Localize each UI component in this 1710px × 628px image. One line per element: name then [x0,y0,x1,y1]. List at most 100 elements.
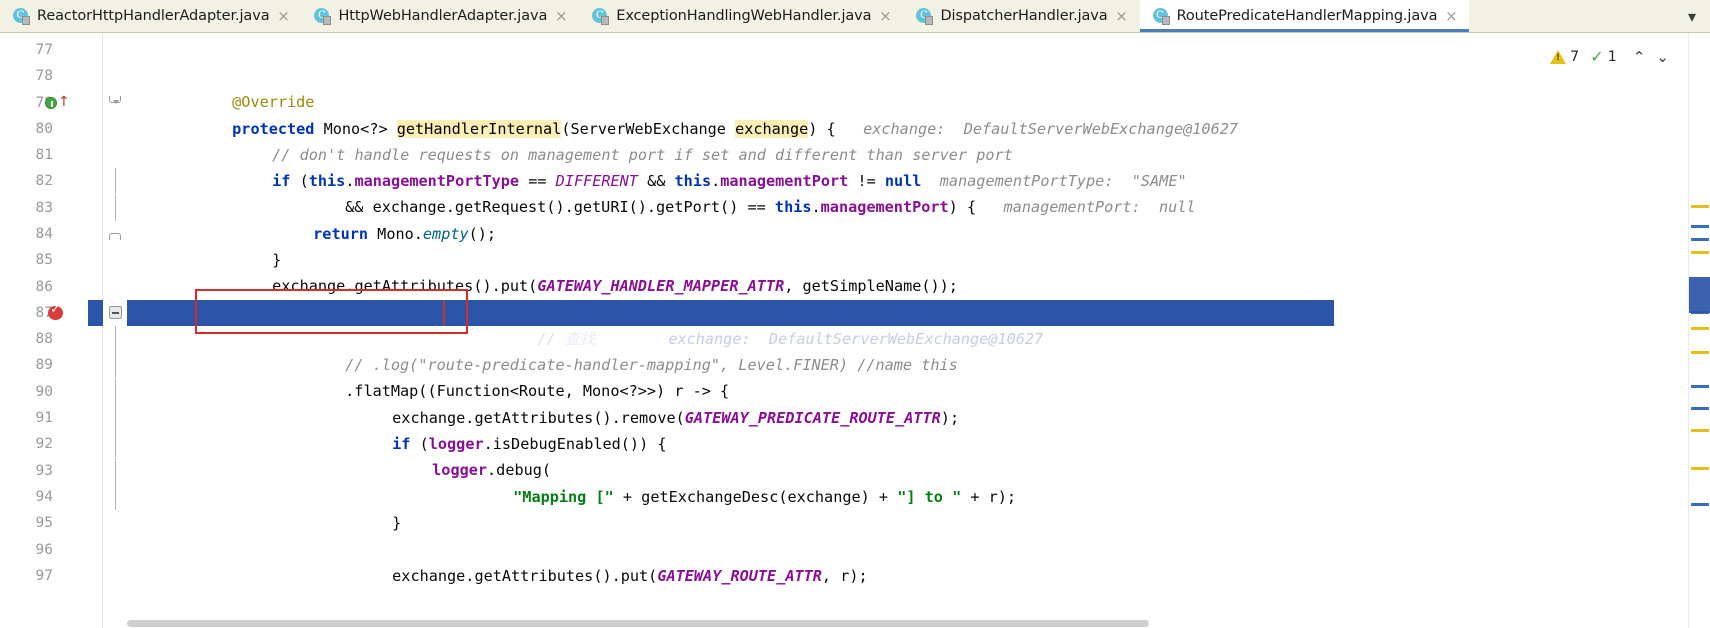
line-number: 90 [35,384,53,400]
line-number: 78 [35,68,53,84]
line-number: 97 [35,568,53,584]
tab-label: ExceptionHandlingWebHandler.java [616,8,872,24]
line-number: 77 [35,42,53,58]
code-line: && exchange.getRequest().getURI().getPor… [127,168,1710,216]
tab-exceptionhandlingwebhandler[interactable]: C ExceptionHandlingWebHandler.java × [579,0,904,32]
fold-region-start-icon[interactable] [109,96,121,104]
run-method-gutter-icon[interactable]: ↑ [45,95,70,110]
code-line: // .log("route-predicate-handler-mapping… [127,326,1710,374]
chevron-down-icon[interactable]: ⌄ [1653,48,1672,66]
tab-httpwebhandleradapter[interactable]: C HttpWebHandlerAdapter.java × [301,0,580,32]
java-class-icon: C [314,7,332,25]
stripe-mark[interactable] [1691,503,1709,506]
close-icon[interactable]: × [878,8,892,24]
fold-collapse-icon[interactable] [109,306,122,319]
inspection-widget: 7 ✓ 1 ⌃ ⌄ [1549,47,1672,66]
fold-region-end-icon[interactable] [109,233,121,240]
code-line: } [127,484,1710,532]
code-line: @Override [127,63,1710,111]
tab-label: DispatcherHandler.java [940,8,1108,24]
breakpoint-icon[interactable]: ✓ [48,302,64,321]
ok-count-group[interactable]: ✓ 1 [1590,47,1617,66]
editor-gutter[interactable]: 77 78 79 ↑ 80 81 82 83 84 85 86 87 ✓ 88 … [0,33,103,628]
line-number: 91 [35,410,53,426]
stripe-mark[interactable] [1691,251,1709,254]
close-icon[interactable]: × [1115,8,1129,24]
fold-region-line [115,431,116,457]
stripe-mark[interactable] [1691,429,1709,432]
line-number: 81 [35,147,53,163]
expression-part: , getSimpleName()); [784,277,958,296]
ok-count: 1 [1607,49,1617,65]
check-mark-icon: ✓ [1590,47,1604,66]
stripe-mark[interactable] [1691,385,1709,388]
code-line: .flatMap((Function<Route, Mono<?>>) r ->… [127,352,1710,400]
code-line: if (this.managementPortType == DIFFERENT… [127,142,1710,190]
fold-region-line [115,379,116,405]
line-number: 82 [35,173,53,189]
line-number: 96 [35,542,53,558]
code-text-area[interactable]: @Override protected Mono<?> getHandlerIn… [127,33,1710,628]
line-number: 94 [35,489,53,505]
tab-label: ReactorHttpHandlerAdapter.java [37,8,270,24]
line-number: 93 [35,463,53,479]
warning-count: 7 [1569,49,1580,65]
close-icon[interactable]: × [1444,8,1458,24]
stripe-mark[interactable] [1691,327,1709,330]
fold-region-line [115,195,116,221]
fold-region-line [115,352,116,378]
line-number: 89 [35,357,53,373]
line-number: 92 [35,436,53,452]
stripe-mark[interactable] [1691,205,1709,208]
close-icon[interactable]: × [276,8,290,24]
chevron-up-icon[interactable]: ⌃ [1630,48,1649,66]
text-caret [443,301,445,325]
tab-list-chevron-down-icon[interactable]: ▾ [1673,0,1710,32]
stripe-mark[interactable] [1691,407,1709,410]
close-icon[interactable]: × [554,8,568,24]
code-editor[interactable]: 7 ✓ 1 ⌃ ⌄ 77 78 79 ↑ 80 81 82 83 84 85 8… [0,33,1710,628]
selected-code-line[interactable]: return lookupRoute(exchange) // 查找route … [127,300,1334,348]
horizontal-scrollbar[interactable] [127,619,1710,628]
error-stripe-markers[interactable] [1688,33,1710,628]
code-line: logger.debug( [127,431,1710,479]
code-line: exchange.getAttributes().put(GATEWAY_HAN… [127,247,1710,295]
editor-tab-bar: C ReactorHttpHandlerAdapter.java × C Htt… [0,0,1710,33]
warning-count-group[interactable]: 7 [1549,49,1580,65]
selected-line-gutter-band [88,300,103,327]
code-line: return Mono.empty(); [127,195,1710,243]
fold-region-line [115,405,116,431]
code-line: protected Mono<?> getHandlerInternal(Ser… [127,90,1710,139]
stripe-mark[interactable] [1691,238,1709,241]
line-number: 85 [35,252,53,268]
line-number: 88 [35,331,53,347]
java-class-icon: C [13,7,30,25]
tab-label: RoutePredicateHandlerMapping.java [1176,8,1438,24]
horizontal-scrollbar-thumb[interactable] [127,620,1149,627]
fold-region-line [115,326,116,352]
code-line: // don't handle requests on management p… [127,116,1710,164]
code-line: return Mono.just(webHandler); [127,563,1710,583]
fold-region-line [115,484,116,510]
fold-region-line [115,168,116,194]
code-line: exchange.getAttributes().put(GATEWAY_ROU… [127,537,1710,585]
code-folding-column[interactable] [103,33,127,628]
fold-region-line [115,458,116,484]
tab-label: HttpWebHandlerAdapter.java [338,8,548,24]
java-class-icon: C [592,7,610,25]
selected-line-stripe-marker[interactable] [1689,277,1710,313]
line-number: 86 [35,279,53,295]
tab-routepredicatehandlermapping[interactable]: C RoutePredicateHandlerMapping.java × [1139,0,1470,32]
stripe-mark[interactable] [1691,467,1709,470]
line-number: 83 [35,200,53,216]
stripe-mark[interactable] [1691,351,1709,354]
code-line: "Mapping [" + getExchangeDesc(exchange) … [127,458,1710,506]
stripe-mark[interactable] [1691,225,1709,228]
line-number: 84 [35,226,53,242]
java-class-icon: C [1152,7,1170,25]
expression-part: exchange.getAttributes().put( [272,277,538,296]
tab-reactorhttphandleradapter[interactable]: C ReactorHttpHandlerAdapter.java × [0,0,302,32]
closing-brace: } [392,514,402,533]
tab-dispatcherhandler[interactable]: C DispatcherHandler.java × [903,0,1140,32]
code-line: exchange.getAttributes().remove(GATEWAY_… [127,379,1710,427]
